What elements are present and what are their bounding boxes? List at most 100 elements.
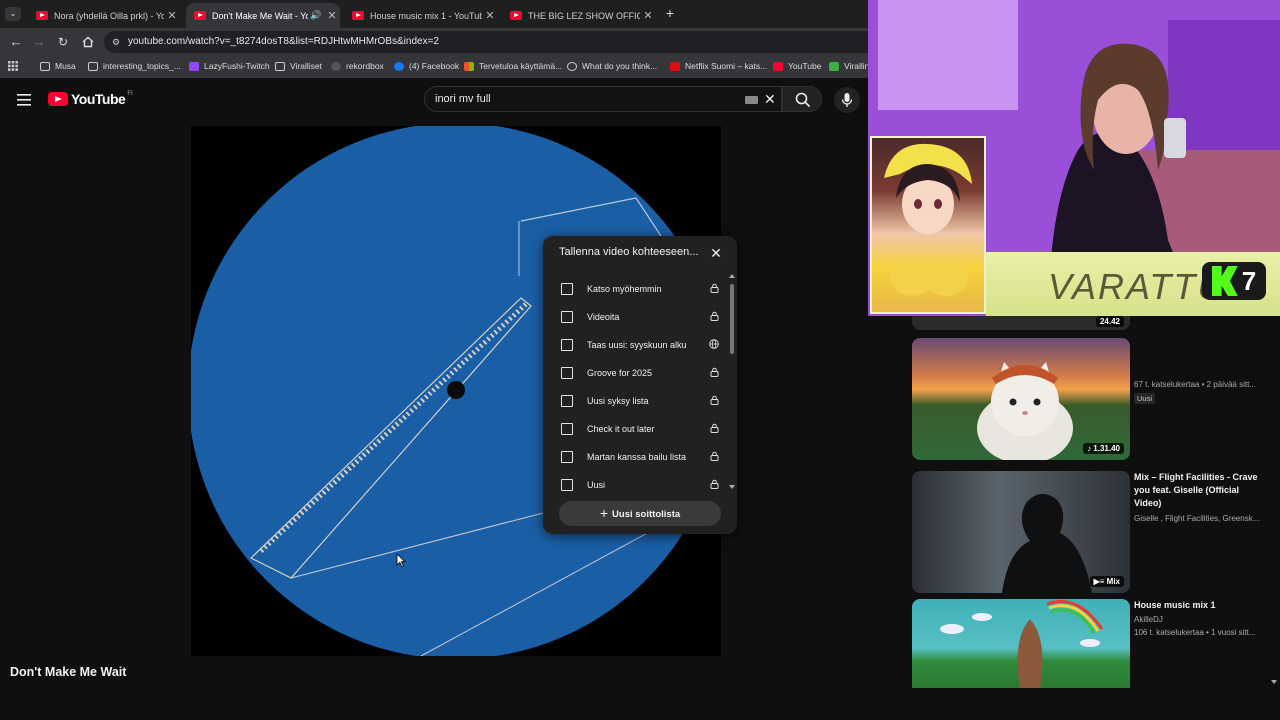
playlist-option[interactable]: Uusi xyxy=(561,477,721,493)
playlist-checkbox[interactable] xyxy=(561,395,573,407)
lock-icon xyxy=(707,311,721,323)
playlist-option[interactable]: Videoita xyxy=(561,309,721,325)
lock-icon xyxy=(707,367,721,379)
kick-logo-icon xyxy=(1211,266,1238,296)
playlist-option[interactable]: Taas uusi: syyskuun alku xyxy=(561,337,721,353)
rekordbox-icon xyxy=(331,61,341,71)
video-title[interactable]: House music mix 1 xyxy=(1134,599,1264,612)
cat-image xyxy=(977,362,1073,460)
playlist-checkbox[interactable] xyxy=(561,283,573,295)
mouse-cursor-icon xyxy=(396,553,406,568)
close-icon[interactable]: ✕ xyxy=(164,9,180,22)
playlist-name: Uusi syksy lista xyxy=(587,396,649,406)
search-input[interactable]: inori mv full ✕ xyxy=(424,86,782,112)
scroll-up-arrow-icon[interactable] xyxy=(729,272,735,278)
lock-icon xyxy=(707,479,721,491)
scroll-down-arrow-icon[interactable] xyxy=(729,485,735,491)
playlist-option[interactable]: Check it out later xyxy=(561,421,721,437)
reload-icon[interactable]: ↻ xyxy=(55,34,71,50)
browser-tab-active[interactable]: Don't Make Me Wait - YouT 🔊 ✕ xyxy=(186,3,340,28)
video-duration: ▶≡ Mix xyxy=(1089,576,1124,587)
bookmark-item[interactable]: LazyFushi-Twitch xyxy=(189,61,270,71)
bookmark-item[interactable]: What do you think... xyxy=(567,61,657,71)
scroll-down-arrow-icon[interactable] xyxy=(1271,680,1277,684)
webcam-overlay: VARATTU 7 xyxy=(868,0,1280,316)
playlist-option[interactable]: Uusi syksy lista xyxy=(561,393,721,409)
microsoft-icon xyxy=(464,61,474,71)
bookmark-item[interactable]: YouTube xyxy=(773,61,821,71)
playlist-name: Katso myöhemmin xyxy=(587,284,662,294)
recommendation-thumbnail[interactable]: ♪ 1.31.40 xyxy=(912,338,1130,460)
browser-tab-bar: ⌄ Nora (yhdellä Oilla prkl) - YouT ✕ Don… xyxy=(0,0,868,28)
menu-hamburger-icon[interactable] xyxy=(17,93,31,106)
globe-icon xyxy=(567,61,577,71)
bookmark-item[interactable]: Netflix Suomi – kats... xyxy=(670,61,767,71)
bookmark-item[interactable]: Tervetuloa käyttämä... xyxy=(464,61,562,71)
search-button[interactable] xyxy=(782,86,822,112)
folder-icon xyxy=(275,61,285,71)
person-silhouette-image xyxy=(1002,493,1092,593)
playlist-checkbox[interactable] xyxy=(561,311,573,323)
channel-name[interactable]: AkilleDJ xyxy=(1134,615,1264,624)
close-icon[interactable]: ✕ xyxy=(324,9,340,22)
youtube-favicon-icon xyxy=(194,11,206,20)
facebook-icon xyxy=(394,61,404,71)
keyboard-icon[interactable] xyxy=(745,96,758,104)
close-icon[interactable]: ✕ xyxy=(482,9,498,22)
video-title[interactable]: Mix – Flight Facilities - Crave you feat… xyxy=(1134,471,1264,510)
playlist-checkbox[interactable] xyxy=(561,451,573,463)
dialog-title: Tallenna video kohteeseen... xyxy=(559,246,699,258)
youtube-favicon-icon xyxy=(352,11,364,20)
plus-icon: + xyxy=(599,505,609,521)
folder-icon xyxy=(40,61,50,71)
browser-toolbar: ← → ↻ ⚙ youtube.com/watch?v=_t8274dosT8&… xyxy=(0,28,868,56)
bookmark-item[interactable]: Viralliset xyxy=(275,61,322,71)
address-bar[interactable]: ⚙ youtube.com/watch?v=_t8274dosT8&list=R… xyxy=(104,31,868,53)
apps-grid-icon[interactable] xyxy=(8,61,18,71)
playlist-option[interactable]: Groove for 2025 xyxy=(561,365,721,381)
recommendation-thumbnail[interactable] xyxy=(912,599,1130,688)
browser-tab[interactable]: House music mix 1 - YouTube ✕ xyxy=(344,3,498,28)
video-meta: 67 t. katselukertaa • 2 päivää sitt... xyxy=(1134,380,1256,389)
address-url: youtube.com/watch?v=_t8274dosT8&list=RDJ… xyxy=(128,36,439,47)
bookmark-favicon-icon xyxy=(829,61,839,71)
scrollbar-thumb[interactable] xyxy=(730,284,734,354)
tab-search-chevron-icon[interactable]: ⌄ xyxy=(5,7,21,21)
playlist-checkbox[interactable] xyxy=(561,339,573,351)
clear-search-icon[interactable]: ✕ xyxy=(764,87,776,111)
forward-arrow-icon[interactable]: → xyxy=(31,34,47,50)
playlist-checkbox[interactable] xyxy=(561,479,573,491)
playlist-name: Groove for 2025 xyxy=(587,368,653,378)
youtube-favicon-icon xyxy=(510,11,522,20)
new-playlist-button[interactable]: + Uusi soittolista xyxy=(559,501,721,526)
playlist-checkbox[interactable] xyxy=(561,367,573,379)
youtube-logo[interactable]: YouTube FI xyxy=(48,91,133,107)
browser-tab[interactable]: THE BIG LEZ SHOW OFFICIAL - ✕ xyxy=(502,3,656,28)
recommendation-thumbnail[interactable]: ▶≡ Mix xyxy=(912,471,1130,593)
bookmark-item[interactable]: Musa xyxy=(40,61,76,71)
badge-number: 7 xyxy=(1241,265,1257,296)
playlist-checkbox[interactable] xyxy=(561,423,573,435)
back-arrow-icon[interactable]: ← xyxy=(8,34,24,50)
playlist-name: Martan kanssa bailu lista xyxy=(587,452,687,462)
home-icon[interactable] xyxy=(80,34,96,50)
playlist-option[interactable]: Katso myöhemmin xyxy=(561,281,721,297)
speaker-icon[interactable]: 🔊 xyxy=(308,10,324,21)
cartoon-landscape-image xyxy=(940,599,1104,688)
close-icon[interactable]: ✕ xyxy=(706,243,726,263)
banner-text: VARATTU xyxy=(1048,266,1226,307)
bookmark-item[interactable]: interesting_topics_... xyxy=(88,61,181,71)
bookmark-item[interactable]: (4) Facebook xyxy=(394,61,459,71)
kick-logo-badge: 7 xyxy=(1202,262,1266,300)
bookmarks-bar: Musa interesting_topics_... LazyFushi-Tw… xyxy=(0,56,874,78)
bookmark-item[interactable]: rekordbox xyxy=(331,61,384,71)
youtube-logo-icon xyxy=(48,92,68,106)
channel-name[interactable]: Giselle , Flight Facilities, Greensk... xyxy=(1134,514,1264,523)
browser-tab[interactable]: Nora (yhdellä Oilla prkl) - YouT ✕ xyxy=(28,3,180,28)
site-info-icon[interactable]: ⚙ xyxy=(112,31,120,53)
tab-title: Don't Make Me Wait - YouT xyxy=(212,10,308,21)
new-tab-plus-icon[interactable]: + xyxy=(662,5,678,21)
close-icon[interactable]: ✕ xyxy=(640,9,656,22)
playlist-option[interactable]: Martan kanssa bailu lista xyxy=(561,449,721,465)
voice-search-mic-icon[interactable] xyxy=(834,87,860,113)
